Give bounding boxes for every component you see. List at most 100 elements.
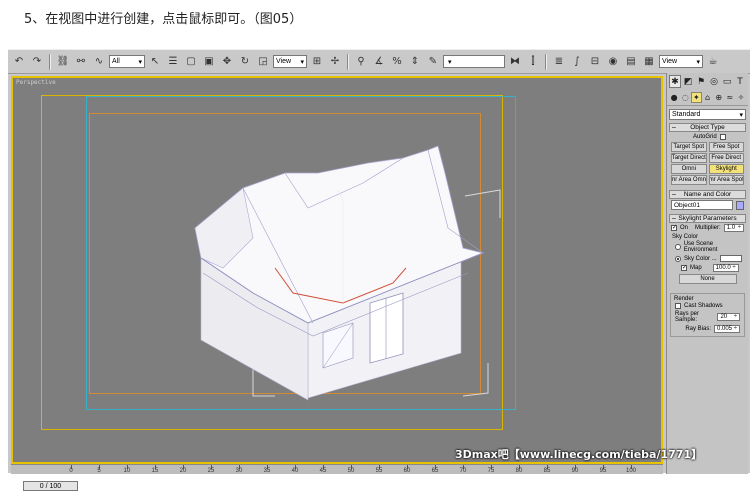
ruler-tick-label: 75 [487, 468, 495, 474]
select-by-name-icon[interactable]: ☰ [165, 54, 181, 70]
undo-icon[interactable]: ↶ [11, 54, 27, 70]
on-label: On [680, 225, 689, 231]
object-name-input[interactable]: Object01 [671, 200, 733, 210]
geometry-icon[interactable]: ● [669, 92, 679, 103]
ruler-tick-label: 30 [235, 468, 243, 474]
map-label: Map [690, 265, 702, 271]
rays-row: Rays per Sample: 20 [671, 310, 744, 324]
create-category-icons: ● ◌ ✦ ⌂ ⊕ ≈ ✧ [667, 90, 748, 106]
systems-icon[interactable]: ✧ [736, 92, 746, 103]
toolbar-separator [545, 53, 547, 70]
cameras-icon[interactable]: ⌂ [703, 92, 713, 103]
light-button-skylight[interactable]: Skylight [708, 164, 744, 174]
rectangular-selection-icon[interactable]: ▢ [183, 54, 199, 70]
sky-color-swatch[interactable] [719, 255, 742, 262]
shapes-icon[interactable]: ◌ [680, 92, 690, 103]
autogrid-label: AutoGrid [693, 134, 717, 140]
rays-label: Rays per Sample: [675, 311, 700, 323]
hierarchy-tab-icon[interactable]: ⚑ [695, 75, 707, 88]
toolbar-separator [347, 53, 349, 70]
helpers-icon[interactable]: ⊕ [714, 92, 724, 103]
light-button-target-spot[interactable]: Target Spot [671, 142, 707, 152]
scale-icon[interactable]: ◲ [255, 54, 271, 70]
select-link-icon[interactable]: ⛓ [55, 54, 71, 70]
on-checkbox[interactable]: ✓ [671, 225, 677, 231]
category-dropdown[interactable]: Standard [669, 109, 746, 120]
max-app-window: ↶ ↷ ⛓ ⚯ ∿ All ↖ ☰ ▢ ▣ ✥ ↻ ◲ View ⊞ ✢ ⚲ ∡… [8, 49, 750, 491]
ruler-tick-label: 85 [543, 468, 551, 474]
map-checkbox[interactable]: ✓ [681, 265, 687, 271]
select-object-icon[interactable]: ↖ [147, 54, 163, 70]
ruler-tick-label: 25 [207, 468, 215, 474]
snap-toggle-icon[interactable]: ⚲ [353, 54, 369, 70]
ruler-tick-label: 95 [599, 468, 607, 474]
command-panel: ✱ ◩ ⚑ ◎ ▭ T ● ◌ ✦ ⌂ ⊕ ≈ ✧ Standard Objec… [666, 73, 748, 474]
unlink-icon[interactable]: ⚯ [73, 54, 89, 70]
time-slider[interactable]: 0 / 100 [23, 481, 78, 491]
rotate-icon[interactable]: ↻ [237, 54, 253, 70]
percent-snap-icon[interactable]: % [389, 54, 405, 70]
named-selection-dropdown[interactable] [443, 55, 505, 68]
multiplier-spinner[interactable]: 1.0 [723, 224, 744, 232]
light-button-mr-area-spot[interactable]: mr Area Spot [708, 175, 744, 185]
material-editor-icon[interactable]: ◉ [605, 54, 621, 70]
light-button-free-spot[interactable]: Free Spot [708, 142, 744, 152]
angle-snap-icon[interactable]: ∡ [371, 54, 387, 70]
mirror-icon[interactable]: ⧓ [507, 54, 523, 70]
cast-shadows-checkbox[interactable] [675, 303, 681, 309]
edit-named-selection-icon[interactable]: ✎ [425, 54, 441, 70]
on-multiplier-row: ✓ On Multiplier: 1.0 [667, 223, 748, 233]
reference-coord-dropdown[interactable]: View [273, 55, 307, 68]
house-model [194, 145, 501, 401]
use-scene-env-radio[interactable] [675, 244, 681, 250]
curve-editor-icon[interactable]: ∫ [569, 54, 585, 70]
render-setup-icon[interactable]: ▤ [623, 54, 639, 70]
ruler-tick-label: 35 [263, 468, 271, 474]
spinner-snap-icon[interactable]: ⇕ [407, 54, 423, 70]
selection-filter-dropdown[interactable]: All [109, 55, 145, 68]
window-crossing-icon[interactable]: ▣ [201, 54, 217, 70]
object-type-rollout[interactable]: Object Type [669, 123, 746, 132]
sky-color-row: Sky Color ... [667, 254, 748, 263]
object-color-swatch[interactable] [735, 200, 744, 210]
create-tab-icon[interactable]: ✱ [669, 75, 682, 88]
cast-shadows-row: Cast Shadows [671, 302, 744, 310]
ruler-tick-label: 20 [179, 468, 187, 474]
modify-tab-icon[interactable]: ◩ [682, 75, 694, 88]
autogrid-checkbox[interactable] [719, 134, 726, 140]
light-button-mr-area-omni[interactable]: mr Area Omni [671, 175, 707, 185]
select-manipulate-icon[interactable]: ✢ [327, 54, 343, 70]
display-tab-icon[interactable]: ▭ [721, 75, 733, 88]
use-scene-env-row: Use Scene Environment [667, 240, 748, 254]
watermark-text: 3Dmax吧【www.linecg.com/tieba/1771】 [455, 448, 703, 461]
bias-spinner[interactable]: 0.005 [714, 325, 740, 333]
redo-icon[interactable]: ↷ [29, 54, 45, 70]
quick-render-icon[interactable]: ☕ [705, 54, 721, 70]
name-and-color-rollout[interactable]: Name and Color [669, 190, 746, 199]
rays-spinner[interactable]: 20 [717, 313, 740, 321]
move-icon[interactable]: ✥ [219, 54, 235, 70]
align-icon[interactable]: ⫿ [525, 54, 541, 70]
skylight-parameters-rollout[interactable]: Skylight Parameters [669, 214, 746, 223]
light-button-omni[interactable]: Omni [671, 164, 707, 174]
motion-tab-icon[interactable]: ◎ [708, 75, 720, 88]
map-amount-spinner[interactable]: 100.0 [712, 264, 739, 272]
ruler-tick-label: 0 [69, 468, 73, 474]
sky-color-radio[interactable] [675, 255, 681, 262]
space-warps-icon[interactable]: ≈ [725, 92, 735, 103]
utilities-tab-icon[interactable]: T [734, 75, 746, 88]
schematic-view-icon[interactable]: ⊟ [587, 54, 603, 70]
autogrid-row: AutoGrid [667, 132, 748, 140]
render-view-dropdown[interactable]: View [659, 55, 703, 68]
lights-icon[interactable]: ✦ [691, 92, 702, 103]
pivot-center-icon[interactable]: ⊞ [309, 54, 325, 70]
bind-space-warp-icon[interactable]: ∿ [91, 54, 107, 70]
ruler-tick-label: 45 [319, 468, 327, 474]
map-none-button[interactable]: None [678, 274, 737, 284]
light-button-target-direct[interactable]: Target Direct [671, 153, 707, 163]
ruler-tick-label: 80 [515, 468, 523, 474]
perspective-viewport[interactable]: Perspective 0 / 100 [11, 76, 663, 491]
layer-manager-icon[interactable]: ≣ [551, 54, 567, 70]
render-frame-icon[interactable]: ▦ [641, 54, 657, 70]
light-button-free-direct[interactable]: Free Direct [708, 153, 744, 163]
